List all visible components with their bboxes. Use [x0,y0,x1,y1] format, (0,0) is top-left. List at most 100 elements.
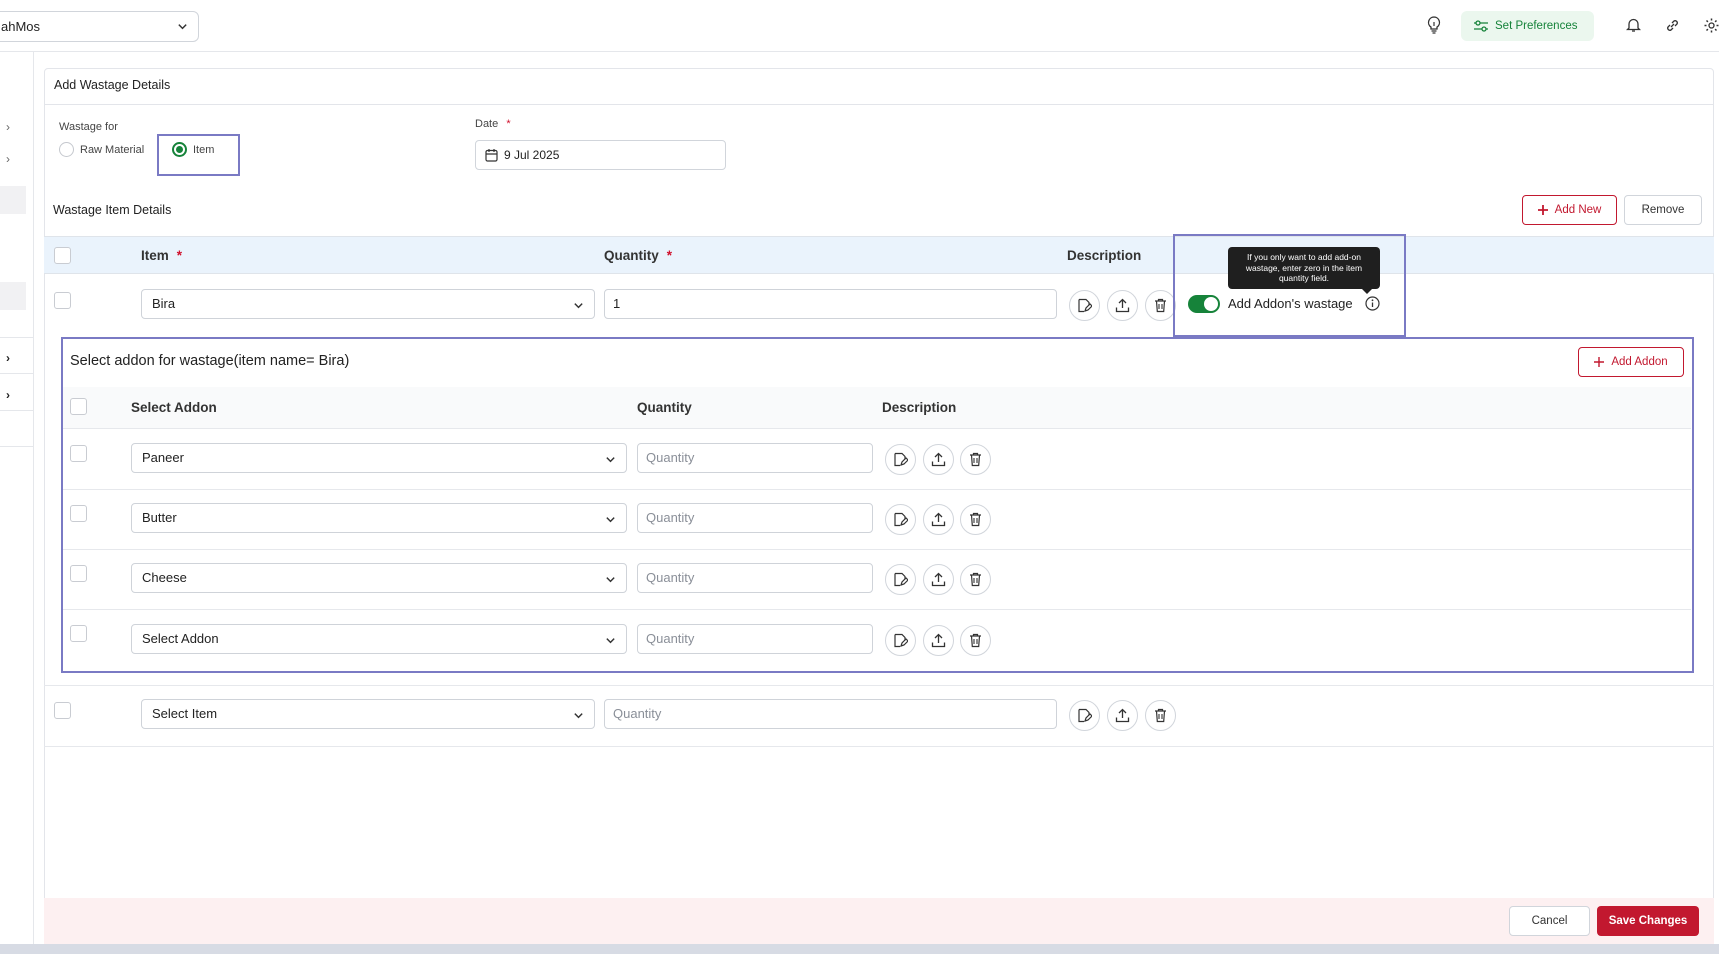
addon-description-button[interactable] [885,564,916,595]
add-new-button[interactable]: Add New [1522,195,1617,225]
delete-row-button[interactable] [1145,290,1176,321]
addon-row-checkbox[interactable] [70,625,87,642]
trash-icon [970,633,981,648]
item-select[interactable]: Select Item [141,699,595,729]
required-mark: * [506,118,511,130]
divider [0,373,33,374]
radio-raw-material[interactable]: Raw Material [59,142,144,157]
date-value: 9 Jul 2025 [504,148,560,162]
bell-icon[interactable] [1622,14,1644,36]
addon-delete-button[interactable] [960,504,991,535]
upload-icon [931,572,946,587]
trash-icon [1155,708,1166,723]
column-header-select-addon: Select Addon [131,400,217,415]
radio-button[interactable] [59,142,74,157]
trash-icon [970,452,981,467]
date-field[interactable]: 9 Jul 2025 [475,140,726,170]
delete-row-button[interactable] [1145,700,1176,731]
chevron-down-icon [573,300,584,311]
addon-description-button[interactable] [885,444,916,475]
addon-select[interactable]: Select Addon [131,624,627,654]
select-all-checkbox[interactable] [54,247,71,264]
sidebar-item[interactable] [0,282,26,310]
item-select[interactable]: Bira [141,289,595,319]
upload-button[interactable] [1107,290,1138,321]
addon-row-checkbox[interactable] [70,565,87,582]
chevron-down-icon [573,710,584,721]
outlet-select[interactable]: ahMos [0,11,199,42]
column-header-description: Description [1067,248,1142,263]
edit-note-icon [894,512,908,527]
plus-icon [1594,357,1605,367]
radio-item[interactable]: Item [172,142,214,157]
window-bottom-edge [0,944,1719,954]
select-all-addons-checkbox[interactable] [70,398,87,415]
upload-icon [1115,298,1130,313]
required-mark: * [176,248,183,263]
edit-note-icon [1078,708,1092,723]
radio-label: Item [193,143,215,156]
upload-button[interactable] [1107,700,1138,731]
item-select-value: Select Item [152,706,218,721]
cancel-button[interactable]: Cancel [1509,906,1590,936]
trash-icon [970,572,981,587]
divider [0,337,33,338]
save-changes-button[interactable]: Save Changes [1597,906,1699,936]
chevron-right-icon[interactable]: › [6,388,10,402]
addon-upload-button[interactable] [923,444,954,475]
chevron-down-icon [605,635,616,646]
addon-upload-button[interactable] [923,564,954,595]
divider [63,609,1691,610]
row-checkbox[interactable] [54,292,71,309]
addon-quantity-input[interactable]: Quantity [637,443,873,473]
addon-delete-button[interactable] [960,625,991,656]
info-icon[interactable] [1365,296,1380,311]
addon-row-checkbox[interactable] [70,505,87,522]
set-preferences-button[interactable]: Set Preferences [1461,11,1594,41]
addon-select[interactable]: Butter [131,503,627,533]
addon-quantity-input[interactable]: Quantity [637,563,873,593]
chevron-right-icon[interactable]: › [6,152,10,166]
addon-upload-button[interactable] [923,625,954,656]
edit-note-icon [894,633,908,648]
addon-delete-button[interactable] [960,564,991,595]
upload-icon [1115,708,1130,723]
date-label-text: Date [475,118,499,130]
edit-note-icon [894,452,908,467]
addon-quantity-input[interactable]: Quantity [637,503,873,533]
addon-description-button[interactable] [885,625,916,656]
addon-select[interactable]: Paneer [131,443,627,473]
radio-button-selected[interactable] [172,142,187,157]
addon-select[interactable]: Cheese [131,563,627,593]
description-button[interactable] [1069,290,1100,321]
add-addon-label: Add Addon [1611,356,1668,368]
tooltip: If you only want to add add-on wastage, … [1228,247,1380,294]
description-button[interactable] [1069,700,1100,731]
row-checkbox[interactable] [54,702,71,719]
items-table-header [44,236,1714,274]
chevron-right-icon[interactable]: › [6,120,10,134]
addon-row-checkbox[interactable] [70,445,87,462]
link-icon[interactable] [1661,14,1683,36]
radio-label: Raw Material [80,143,145,156]
addon-panel-title: Select addon for wastage(item name= Bira… [70,353,350,369]
addon-select-value: Paneer [142,450,184,465]
addon-wastage-toggle[interactable] [1188,295,1220,313]
divider [0,410,33,411]
lightbulb-icon[interactable] [1423,14,1445,36]
divider [44,746,1714,747]
addon-select-value: Select Addon [142,631,219,646]
quantity-input[interactable]: Quantity [604,699,1057,729]
addon-description-button[interactable] [885,504,916,535]
add-addon-button[interactable]: Add Addon [1578,347,1684,377]
addon-upload-button[interactable] [923,504,954,535]
chevron-right-icon[interactable]: › [6,351,10,365]
addon-quantity-input[interactable]: Quantity [637,624,873,654]
gear-icon[interactable] [1700,14,1719,36]
quantity-input[interactable]: 1 [604,289,1057,319]
remove-button[interactable]: Remove [1624,195,1702,225]
outlet-name: ahMos [1,19,41,34]
sidebar-item[interactable] [0,186,26,214]
addon-delete-button[interactable] [960,444,991,475]
required-mark: * [666,248,673,263]
